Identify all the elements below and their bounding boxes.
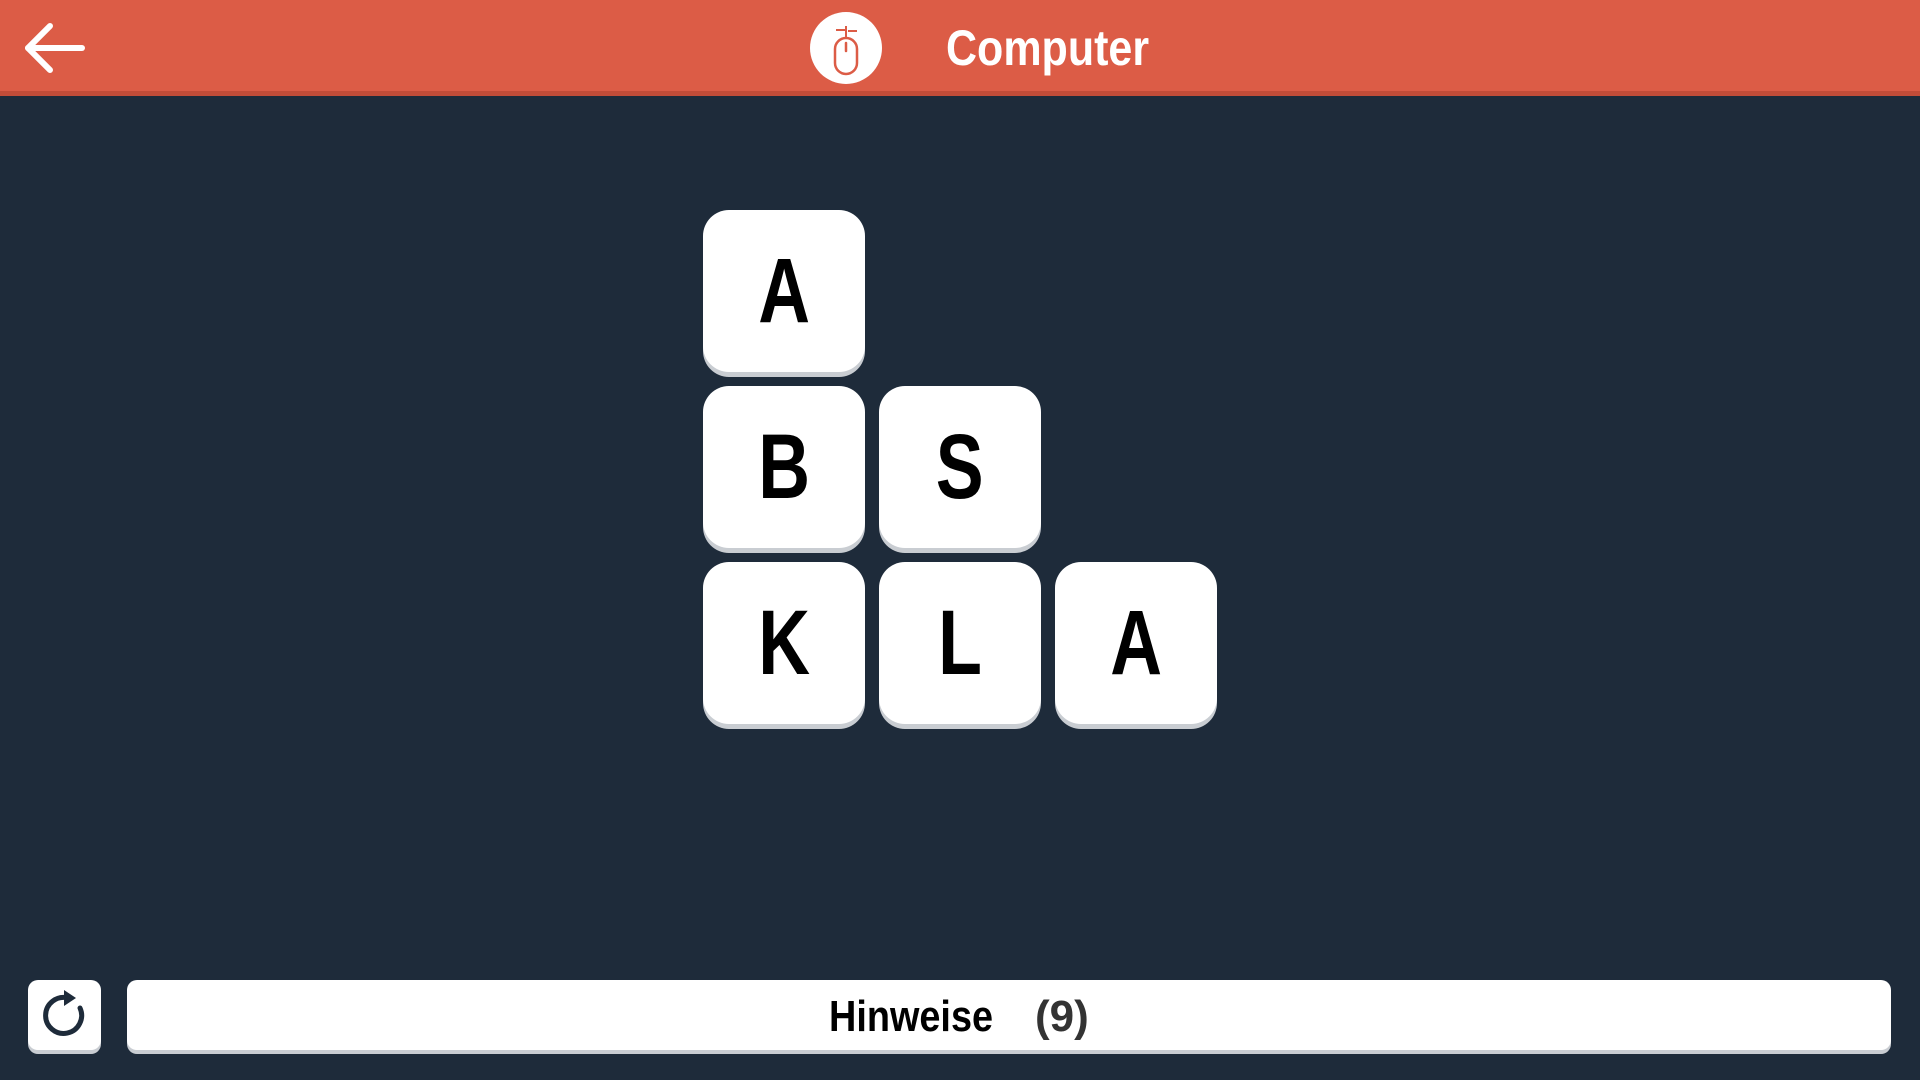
letter-tile[interactable]: K: [703, 562, 865, 724]
letter-tile[interactable]: A: [1055, 562, 1217, 724]
letter-tile[interactable]: B: [703, 386, 865, 548]
tile-letter: A: [1110, 592, 1162, 694]
top-bar: Computer: [0, 0, 1920, 96]
letter-tile[interactable]: S: [879, 386, 1041, 548]
arrow-left-icon: [25, 23, 85, 73]
hints-button[interactable]: Hinweise (9): [127, 980, 1891, 1050]
reset-button[interactable]: [28, 980, 101, 1050]
letter-tile[interactable]: A: [703, 210, 865, 372]
letter-tile[interactable]: L: [879, 562, 1041, 724]
computer-mouse-icon: [810, 12, 882, 84]
hints-count: (9): [1035, 992, 1089, 1041]
tile-letter: A: [758, 240, 810, 342]
hints-label: Hinweise: [829, 992, 994, 1041]
back-button[interactable]: [20, 18, 92, 78]
tile-letter: K: [758, 592, 810, 694]
page-title: Computer: [946, 20, 1150, 76]
game-screen: Computer A B S K L A Hinweise (9): [0, 0, 1920, 1080]
reset-icon: [43, 990, 85, 1036]
tile-letter: L: [938, 592, 982, 694]
tile-letter: S: [936, 416, 984, 518]
tile-letter: B: [758, 416, 810, 518]
